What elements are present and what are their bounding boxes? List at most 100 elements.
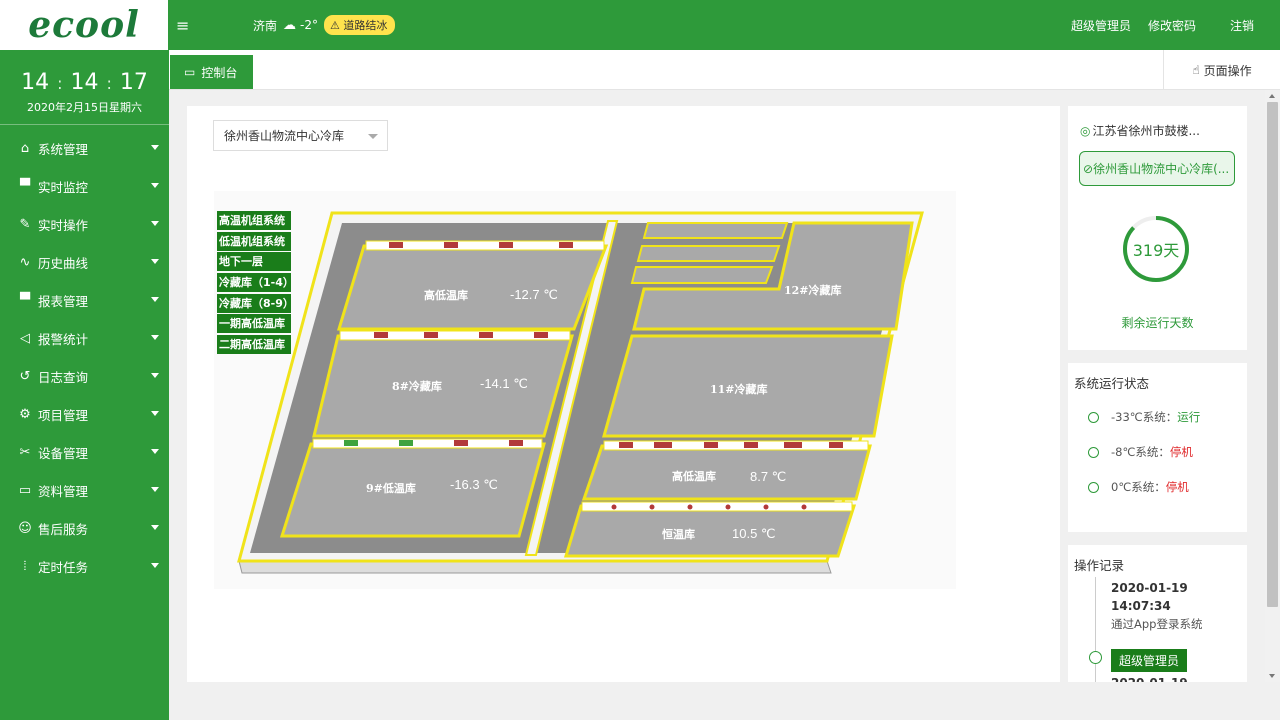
current-date: 2020年2月15日星期六 [27, 101, 142, 114]
sidebar-item-label: 项目管理 [38, 407, 89, 423]
hand-pointer-icon: ☝ [1192, 63, 1200, 77]
room-label: 恒温库 [662, 527, 695, 541]
legend-item[interactable]: 冷藏库（1-4） [217, 273, 291, 293]
sidebar-item-alarms[interactable]: ◁ 报警统计 [0, 319, 169, 357]
legend-item[interactable]: 地下一层 [217, 252, 291, 272]
legend-item[interactable]: 冷藏库（8-9） [217, 293, 291, 313]
system-status-panel: 系统运行状态 -33℃系统： 运行 -8℃系统： 停机 0℃系统： 停机 [1068, 363, 1247, 532]
chevron-down-icon [151, 259, 159, 264]
sidebar-item-label: 日志查询 [38, 369, 89, 385]
door-strip [581, 501, 853, 512]
sidebar-item-history-curve[interactable]: ∿ 历史曲线 [0, 243, 169, 281]
chevron-down-icon [368, 134, 378, 139]
sidebar-item-label: 报警统计 [38, 331, 89, 347]
tab-dashboard[interactable]: ▭ 控制台 [170, 55, 253, 89]
sidebar-item-projects[interactable]: ⚙ 项目管理 [0, 395, 169, 433]
weather-temperature: -2° [300, 18, 318, 32]
page-scrollbar[interactable] [1265, 90, 1280, 682]
sidebar-item-label: 历史曲线 [38, 255, 89, 271]
scroll-down-arrow-icon[interactable] [1269, 674, 1275, 678]
clock-seconds: 17 [119, 70, 148, 95]
room-temp: -16.3 ℃ [450, 477, 498, 492]
legend-item[interactable]: 高温机组系统 [217, 211, 291, 230]
door-strip [603, 440, 869, 451]
sidebar-item-logs[interactable]: ↺ 日志查询 [0, 357, 169, 395]
logo-area[interactable]: ecool [0, 0, 169, 50]
road-warning-text: 道路结冰 [343, 19, 388, 32]
room-temp: 10.5 ℃ [732, 526, 776, 541]
log-timestamp: 2020-01-19 14:07:34 [1111, 579, 1188, 615]
room-label: 12#冷藏库 [784, 283, 842, 297]
menu-toggle-icon[interactable]: ≡ [176, 16, 196, 35]
gear-icon: ⚙ [19, 406, 31, 422]
sidebar-item-label: 系统管理 [38, 141, 89, 157]
chevron-down-icon [151, 221, 159, 226]
pulse-icon: ∿ [19, 254, 31, 270]
legend-item[interactable]: 低温机组系统 [217, 231, 291, 251]
chevron-down-icon [151, 563, 159, 568]
sidebar-item-monitor[interactable]: ▀ 实时监控 [0, 167, 169, 205]
sidebar-item-system[interactable]: ⌂ 系统管理 [0, 129, 169, 167]
location-text: 江苏省徐州市鼓楼... [1092, 124, 1200, 138]
legend-item[interactable]: 一期高低温库 [217, 314, 291, 334]
monitor-icon: ▭ [184, 65, 196, 79]
status-dot [1088, 481, 1099, 493]
chevron-down-icon [151, 145, 159, 150]
edit-icon: ✎ [19, 216, 31, 232]
site-info-panel: ◎ 江苏省徐州市鼓楼... ⊘ 徐州香山物流中心冷库(... 319天 剩余运行天数 [1068, 106, 1247, 350]
log-date: 2020-01-19 [1111, 676, 1188, 682]
history-icon: ↺ [19, 368, 31, 384]
cloud-icon: ☁ [283, 17, 297, 33]
room-temp: -14.1 ℃ [480, 376, 528, 391]
tab-dashboard-label: 控制台 [201, 65, 238, 80]
remaining-days-label: 剩余运行天数 [1121, 316, 1194, 330]
room-label: 11#冷藏库 [710, 382, 768, 396]
logo[interactable]: ecool [28, 4, 140, 46]
report-icon: ▀ [20, 292, 30, 308]
user-actions: 超级管理员 修改密码 注销 [1054, 17, 1280, 34]
sidebar-menu: ⌂ 系统管理 ▀ 实时监控 ✎ 实时操作 ∿ 历史曲线 ▀ 报表管理 ◁ 报警统计 ↺ 日志查… [0, 129, 169, 585]
sidebar-item-schedule[interactable]: ⦙ 定时任务 [0, 547, 169, 585]
page-operations-button[interactable]: ☝ 页面操作 [1163, 50, 1280, 90]
sidebar-item-devices[interactable]: ✂ 设备管理 [0, 433, 169, 471]
sidebar-item-reports[interactable]: ▀ 报表管理 [0, 281, 169, 319]
room-small-a [642, 222, 789, 239]
chevron-down-icon [151, 449, 159, 454]
legend-item[interactable]: 二期高低温库 [217, 335, 291, 355]
check-circle-icon: ⊘ [1083, 161, 1094, 176]
chevron-down-icon [151, 373, 159, 378]
room-label: 高低温库 [424, 288, 468, 302]
sidebar-item-label: 资料管理 [38, 483, 89, 499]
sidebar-item-documents[interactable]: ▭ 资料管理 [0, 471, 169, 509]
user-name-link[interactable]: 超级管理员 [1071, 17, 1131, 34]
room-8-cold [312, 334, 574, 438]
smile-icon: ☺ [18, 520, 32, 536]
warning-icon: ⚠ [329, 19, 344, 32]
road-warning-badge: ⚠ 道路结冰 [323, 15, 396, 35]
chevron-down-icon [151, 335, 159, 340]
top-bar: ≡ 济南 ☁ -2° ⚠ 道路结冰 超级管理员 修改密码 注销 [169, 0, 1280, 50]
tools-icon: ✂ [19, 444, 31, 460]
weather-city: 济南 [253, 18, 278, 33]
system-name: -8℃系统： [1111, 445, 1170, 459]
scroll-thumb[interactable] [1267, 102, 1278, 607]
sidebar-item-label: 实时操作 [38, 217, 89, 233]
sidebar-item-label: 报表管理 [38, 293, 89, 309]
status-dot [1088, 446, 1099, 458]
warehouse-chip-text: 徐州香山物流中心冷库(... [1093, 162, 1230, 176]
sidebar-item-operation[interactable]: ✎ 实时操作 [0, 205, 169, 243]
room-label: 高低温库 [672, 469, 716, 483]
sidebar-item-service[interactable]: ☺ 售后服务 [0, 509, 169, 547]
chevron-down-icon [151, 297, 159, 302]
room-label: 8#冷藏库 [392, 379, 442, 393]
scroll-up-arrow-icon[interactable] [1269, 94, 1275, 98]
warehouse-chip[interactable]: ⊘ 徐州香山物流中心冷库(... [1079, 151, 1235, 186]
log-description: 通过App登录系统 [1111, 617, 1203, 631]
sidebar-item-label: 售后服务 [38, 521, 89, 537]
warehouse-select[interactable]: 徐州香山物流中心冷库 [213, 120, 388, 151]
change-password-link[interactable]: 修改密码 [1148, 17, 1196, 34]
system-state: 运行 [1177, 410, 1201, 424]
system-name: 0℃系统： [1111, 480, 1166, 494]
system-status-item: -33℃系统： 运行 [1088, 409, 1200, 425]
logout-link[interactable]: 注销 [1230, 17, 1254, 34]
